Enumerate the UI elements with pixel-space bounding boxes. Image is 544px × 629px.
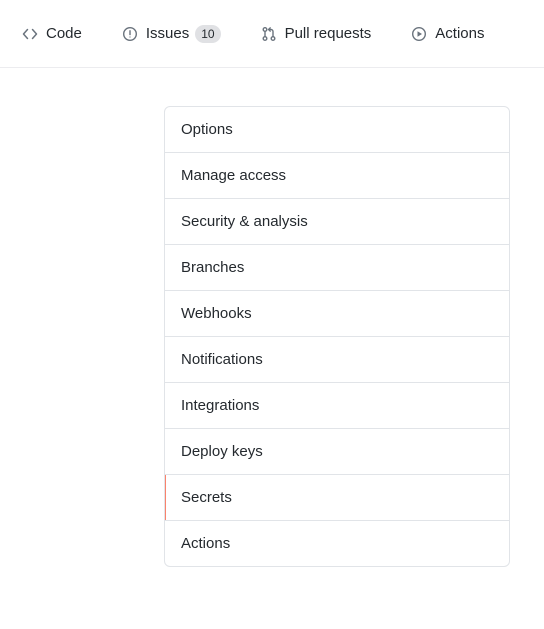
sidebar-item-webhooks[interactable]: Webhooks [165, 291, 509, 337]
code-icon [22, 26, 38, 42]
settings-page: Options Manage access Security & analysi… [0, 68, 544, 567]
tab-actions[interactable]: Actions [411, 26, 484, 42]
sidebar-item-actions[interactable]: Actions [165, 521, 509, 566]
sidebar-item-label: Secrets [181, 489, 232, 506]
sidebar-item-label: Manage access [181, 167, 286, 184]
sidebar-item-label: Deploy keys [181, 443, 263, 460]
sidebar-item-label: Webhooks [181, 305, 252, 322]
tab-pull-requests[interactable]: Pull requests [261, 26, 372, 42]
sidebar-item-label: Integrations [181, 397, 259, 414]
sidebar-item-label: Security & analysis [181, 213, 308, 230]
repo-nav: Code Issues 10 Pull requests [0, 0, 544, 68]
sidebar-item-branches[interactable]: Branches [165, 245, 509, 291]
tab-pull-requests-label: Pull requests [285, 26, 372, 41]
sidebar-item-label: Branches [181, 259, 244, 276]
sidebar-item-manage-access[interactable]: Manage access [165, 153, 509, 199]
git-pull-request-icon [261, 26, 277, 42]
issue-icon [122, 26, 138, 42]
play-icon [411, 26, 427, 42]
tab-actions-label: Actions [435, 26, 484, 41]
sidebar-item-notifications[interactable]: Notifications [165, 337, 509, 383]
tab-code-label: Code [46, 26, 82, 41]
tab-issues-label: Issues [146, 26, 189, 41]
issues-count-badge: 10 [195, 25, 220, 43]
tab-issues[interactable]: Issues 10 [122, 25, 221, 43]
sidebar-item-label: Notifications [181, 351, 263, 368]
sidebar-item-secrets[interactable]: Secrets [165, 475, 509, 521]
sidebar-item-deploy-keys[interactable]: Deploy keys [165, 429, 509, 475]
sidebar-item-integrations[interactable]: Integrations [165, 383, 509, 429]
sidebar-item-security-analysis[interactable]: Security & analysis [165, 199, 509, 245]
tab-code[interactable]: Code [22, 26, 82, 42]
settings-sidebar: Options Manage access Security & analysi… [164, 106, 510, 567]
sidebar-item-label: Actions [181, 535, 230, 552]
sidebar-item-options[interactable]: Options [165, 107, 509, 153]
sidebar-item-label: Options [181, 121, 233, 138]
